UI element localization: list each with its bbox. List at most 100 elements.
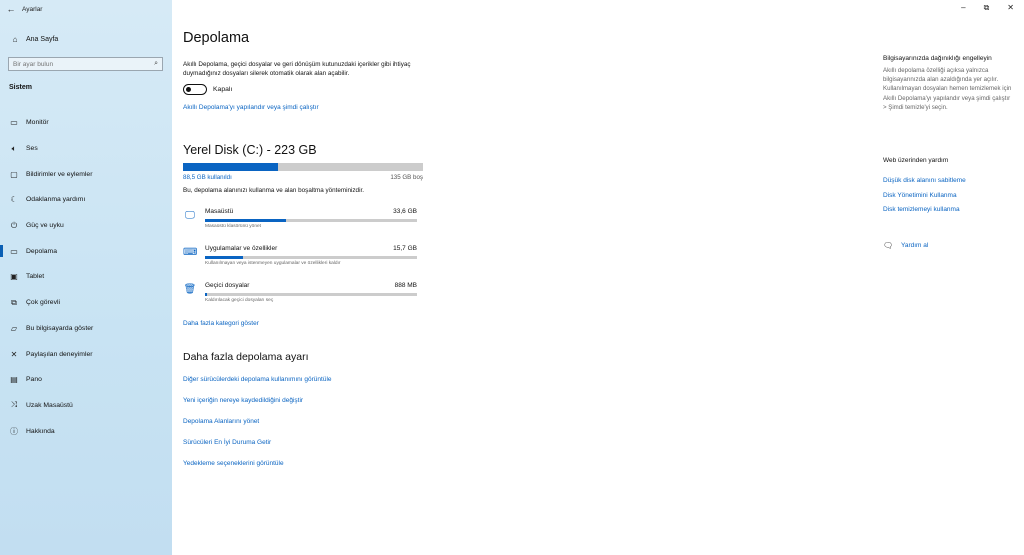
sidebar-item-label: Hakkında (26, 427, 55, 435)
window-controls: – ⧉ ✕ (961, 3, 1014, 13)
search-input[interactable] (13, 60, 143, 68)
category-apps[interactable]: ⌨︎ Uygulamalar ve özellikler 15,7 GB Kul… (183, 245, 419, 273)
app-title: Ayarlar (22, 5, 43, 13)
category-temp-files[interactable]: 🗑︎ Geçici dosyalar 888 MB Kaldırılacak g… (183, 282, 419, 310)
disk-used-label: 88,5 GB kullanıldı (183, 174, 232, 181)
sidebar-item-label: Odaklanma yardımı (26, 196, 86, 204)
configure-smart-storage-link[interactable]: Akıllı Depolama'yı yapılandır veya şimdi… (183, 104, 319, 111)
search-box[interactable]: ⌕ (8, 57, 163, 71)
trash-icon: 🗑︎ (183, 284, 197, 295)
low-disk-space-link[interactable]: Düşük disk alanını sabitleme (883, 177, 966, 184)
minimize-button[interactable]: – (961, 3, 965, 13)
sidebar-item-clipboard[interactable]: ▤ Pano (0, 367, 172, 393)
notification-icon: ▢ (10, 169, 18, 179)
sidebar-item-shared-experiences[interactable]: ✕ Paylaşılan deneyimler (0, 341, 172, 367)
tips-heading: Bilgisayarınızda dağınıklığı engelleyin (883, 55, 992, 62)
disk-usage-bar (183, 163, 423, 171)
chat-help-icon: 🗨︎ (883, 241, 894, 250)
category-name: Geçici dosyalar (205, 282, 250, 289)
smart-storage-description: Akıllı Depolama, geçici dosyalar ve geri… (183, 61, 411, 77)
restore-button[interactable]: ⧉ (984, 3, 990, 13)
sidebar-item-label: Paylaşılan deneyimler (26, 350, 93, 358)
sidebar-item-sound[interactable]: 🔈︎ Ses (0, 136, 172, 162)
sidebar-item-about[interactable]: ⓘ Hakkında (0, 418, 172, 444)
category-usage-bar-fill (205, 293, 208, 296)
category-subtitle: Masaüstü klasörünü yönet (205, 224, 261, 229)
category-usage-bar (205, 293, 417, 296)
category-size: 33,6 GB (393, 208, 417, 215)
disk-usage-bar-fill (183, 163, 279, 171)
manage-storage-spaces-link[interactable]: Depolama Alanlarını yönet (183, 418, 259, 425)
web-help-heading: Web üzerinden yardım (883, 157, 949, 164)
category-size: 888 MB (394, 282, 417, 289)
multitask-icon: ⧉ (11, 297, 17, 307)
category-subtitle: Kaldırılacak geçici dosyaları seç (205, 298, 274, 303)
home-icon: ⌂ (12, 34, 18, 44)
project-icon: ▱ (10, 323, 18, 333)
home-label: Ana Sayfa (26, 35, 59, 43)
view-backup-options-link[interactable]: Yedekleme seçeneklerini görüntüle (183, 460, 284, 467)
category-usage-bar (205, 219, 417, 222)
sidebar-item-label: Tablet (26, 273, 45, 281)
sidebar-item-monitor[interactable]: ▭ Monitör (0, 110, 172, 136)
home-button[interactable]: ⌂ Ana Sayfa (0, 31, 172, 47)
disk-management-link[interactable]: Disk Yönetimini Kullanma (883, 192, 957, 199)
remote-icon: ⤨ (10, 400, 18, 410)
disk-free-label: 135 GB boş (390, 174, 423, 181)
category-usage-bar-fill (205, 256, 244, 259)
sidebar-item-label: Pano (26, 376, 42, 384)
category-usage-bar-fill (205, 219, 286, 222)
optimize-drives-link[interactable]: Sürücüleri En İyi Duruma Getir (183, 439, 271, 446)
disk-title: Yerel Disk (C:) - 223 GB (183, 143, 317, 157)
category-name: Masaüstü (205, 208, 234, 215)
section-title: Sistem (9, 84, 32, 91)
close-button[interactable]: ✕ (1007, 3, 1014, 13)
sidebar-item-label: Depolama (26, 247, 57, 255)
tips-text: Akıllı depolama özelliği açıksa yalnızca… (883, 67, 1012, 111)
toggle-state-label: Kapalı (213, 86, 233, 93)
search-icon: ⌕ (154, 60, 158, 67)
sidebar-item-label: Ses (26, 145, 38, 153)
sidebar-item-focus-assist[interactable]: ☾ Odaklanma yardımı (0, 187, 172, 213)
sidebar-item-multitasking[interactable]: ⧉ Çok görevli (0, 290, 172, 316)
sidebar-item-projecting[interactable]: ▱ Bu bilgisayarda göster (0, 316, 172, 342)
storage-icon: ▭ (10, 246, 18, 256)
sidebar-item-label: Monitör (26, 119, 49, 127)
more-settings-title: Daha fazla depolama ayarı (183, 351, 309, 363)
get-help-row[interactable]: 🗨︎ Yardım al (883, 241, 928, 250)
page-title: Depolama (183, 30, 250, 46)
change-save-location-link[interactable]: Yeni içeriğin nereye kaydedildiğini deği… (183, 397, 303, 404)
tablet-icon: ▣ (10, 272, 18, 282)
sidebar-item-remote-desktop[interactable]: ⤨ Uzak Masaüstü (0, 393, 172, 419)
smart-storage-toggle-row: Kapalı (183, 84, 232, 95)
usage-description: Bu, depolama alanınızı kullanma ve alan … (183, 187, 364, 194)
category-subtitle: Kullanılmayan veya istenmeyen uygulamala… (205, 261, 341, 266)
moon-icon: ☾ (10, 195, 18, 205)
show-more-categories-link[interactable]: Daha fazla kategori göster (183, 320, 259, 327)
category-desktop[interactable]: 🖵︎ Masaüstü 33,6 GB Masaüstü klasörünü y… (183, 208, 419, 236)
smart-storage-toggle[interactable] (183, 84, 207, 95)
power-icon: ⏻ (10, 220, 18, 230)
sidebar-item-notifications[interactable]: ▢ Bildirimler ve eylemler (0, 161, 172, 187)
desktop-icon: 🖵︎ (185, 210, 195, 221)
monitor-icon: ▭ (10, 118, 18, 128)
info-icon: ⓘ (10, 426, 18, 436)
back-button[interactable]: ← (0, 0, 22, 18)
share-icon: ✕ (10, 349, 18, 359)
apps-icon: ⌨︎ (183, 247, 198, 258)
back-arrow-icon: ← (6, 4, 16, 14)
view-other-drives-link[interactable]: Diğer sürücülerdeki depolama kullanımını… (183, 376, 332, 383)
sidebar-item-label: Bildirimler ve eylemler (26, 170, 93, 178)
clipboard-icon: ▤ (10, 375, 18, 385)
get-help-link[interactable]: Yardım al (901, 242, 928, 249)
sidebar-item-tablet[interactable]: ▣ Tablet (0, 264, 172, 290)
title-bar: ← Ayarlar (0, 0, 172, 18)
sidebar-item-storage[interactable]: ▭ Depolama (0, 238, 172, 264)
sidebar-nav: ▭ Monitör 🔈︎ Ses ▢ Bildirimler ve eyleml… (0, 110, 172, 444)
sidebar-item-power[interactable]: ⏻ Güç ve uyku (0, 213, 172, 239)
speaker-icon: 🔈︎ (11, 143, 17, 153)
sidebar-item-label: Çok görevli (26, 299, 60, 307)
sidebar-item-label: Bu bilgisayarda göster (26, 324, 94, 332)
disk-cleanup-link[interactable]: Disk temizlemeyi kullanma (883, 206, 960, 213)
category-size: 15,7 GB (393, 245, 417, 252)
